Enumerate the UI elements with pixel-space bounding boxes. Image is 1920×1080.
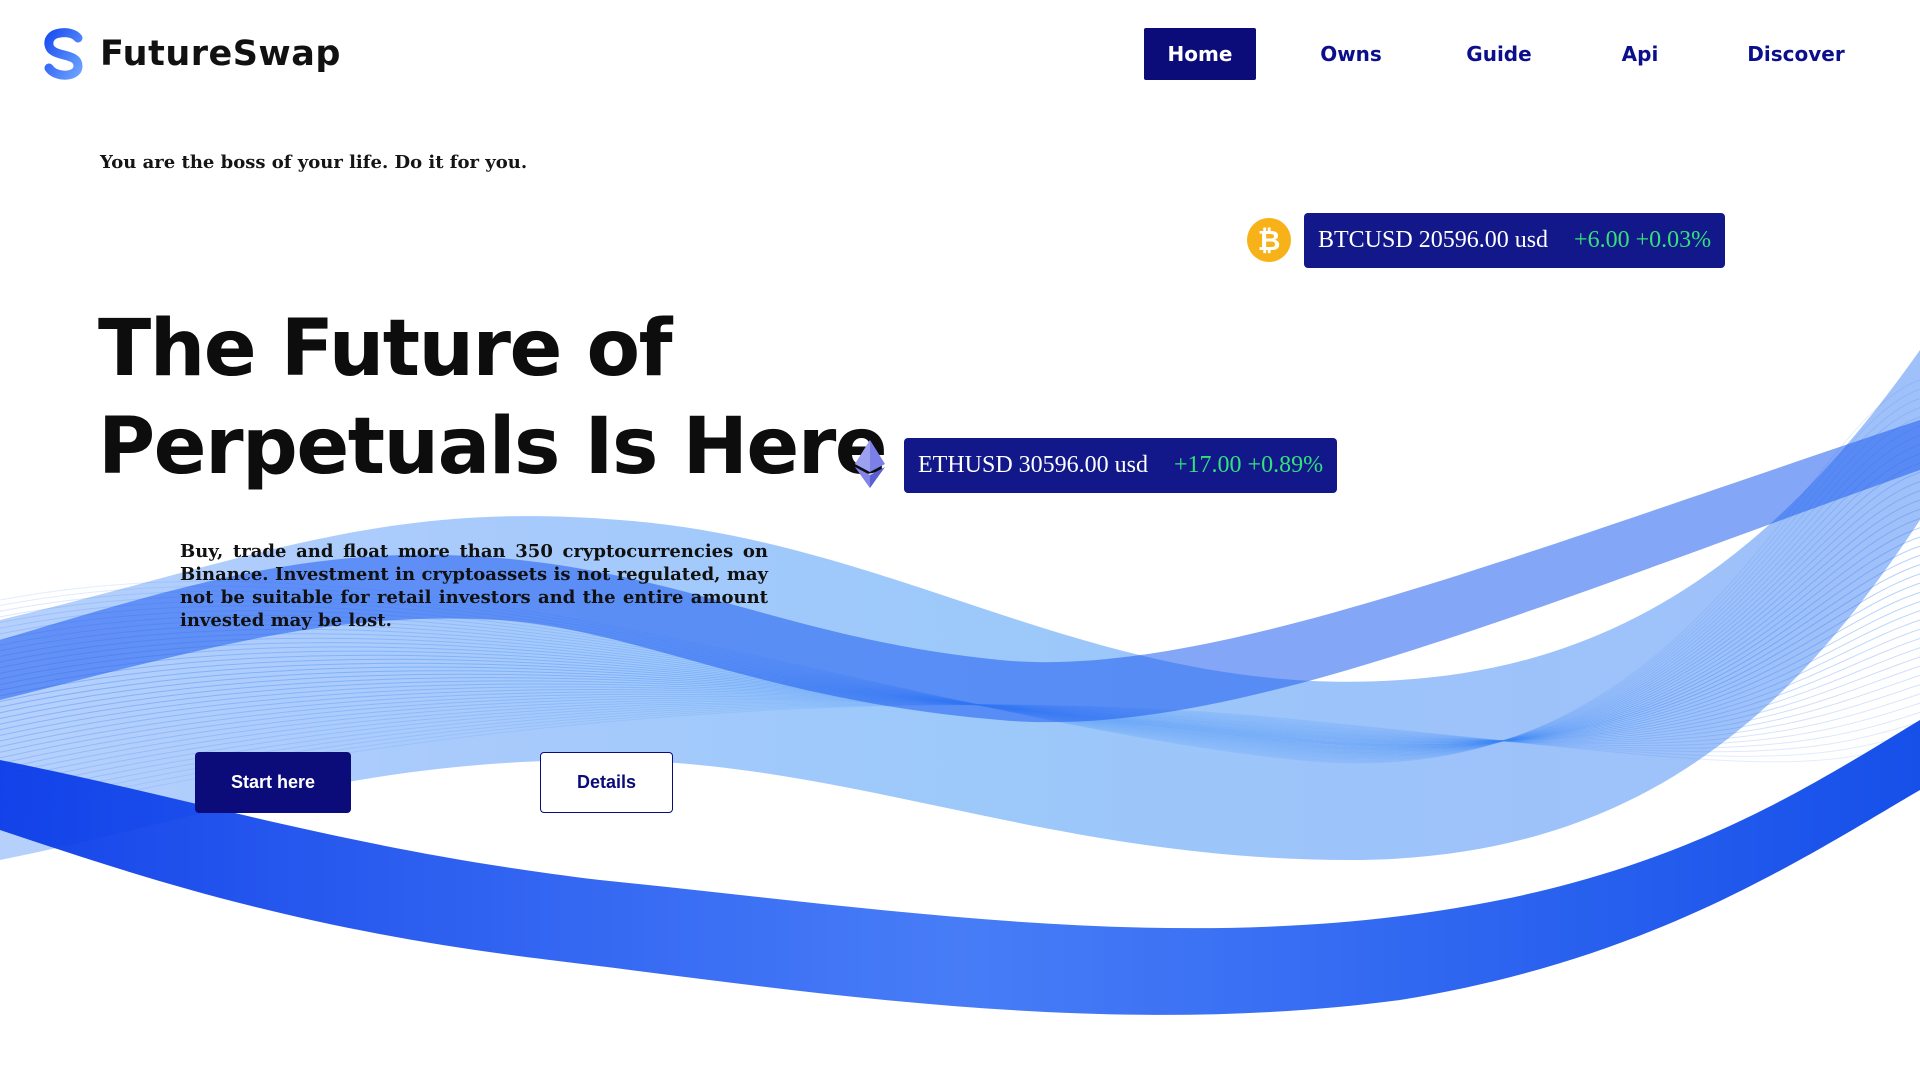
s-logo-icon xyxy=(44,28,83,80)
tagline: You are the boss of your life. Do it for… xyxy=(100,152,528,173)
nav-api[interactable]: Api xyxy=(1552,28,1728,80)
hero-description: Buy, trade and float more than 350 crypt… xyxy=(180,541,768,631)
btc-price-change: +6.00 +0.03% xyxy=(1574,227,1712,253)
hero-title: The Future of Perpetuals Is Here xyxy=(98,300,888,496)
nav-discover[interactable]: Discover xyxy=(1728,28,1864,80)
brand-logo[interactable]: FutureSwap xyxy=(44,28,341,80)
bitcoin-icon: ₿ xyxy=(1247,218,1291,262)
hero-title-line-1: The Future of xyxy=(98,304,673,394)
brand-name: FutureSwap xyxy=(100,34,341,74)
start-here-button[interactable]: Start here xyxy=(195,752,351,813)
ethereum-icon xyxy=(855,440,885,488)
eth-price-ticker: ETHUSD 30596.00 usd +17.00 +0.89% xyxy=(904,438,1337,493)
nav-owns[interactable]: Owns xyxy=(1256,28,1446,80)
main-navigation: Home Owns Guide Api Discover xyxy=(1144,28,1864,80)
hero-title-line-2: Perpetuals Is Here xyxy=(98,402,888,492)
details-button[interactable]: Details xyxy=(540,752,673,813)
btc-price-ticker: BTCUSD 20596.00 usd +6.00 +0.03% xyxy=(1304,213,1725,268)
eth-price-change: +17.00 +0.89% xyxy=(1174,452,1324,478)
nav-guide[interactable]: Guide xyxy=(1446,28,1552,80)
nav-home[interactable]: Home xyxy=(1144,28,1256,80)
eth-price-text: ETHUSD 30596.00 usd xyxy=(918,452,1149,478)
btc-price-text: BTCUSD 20596.00 usd xyxy=(1318,227,1549,253)
